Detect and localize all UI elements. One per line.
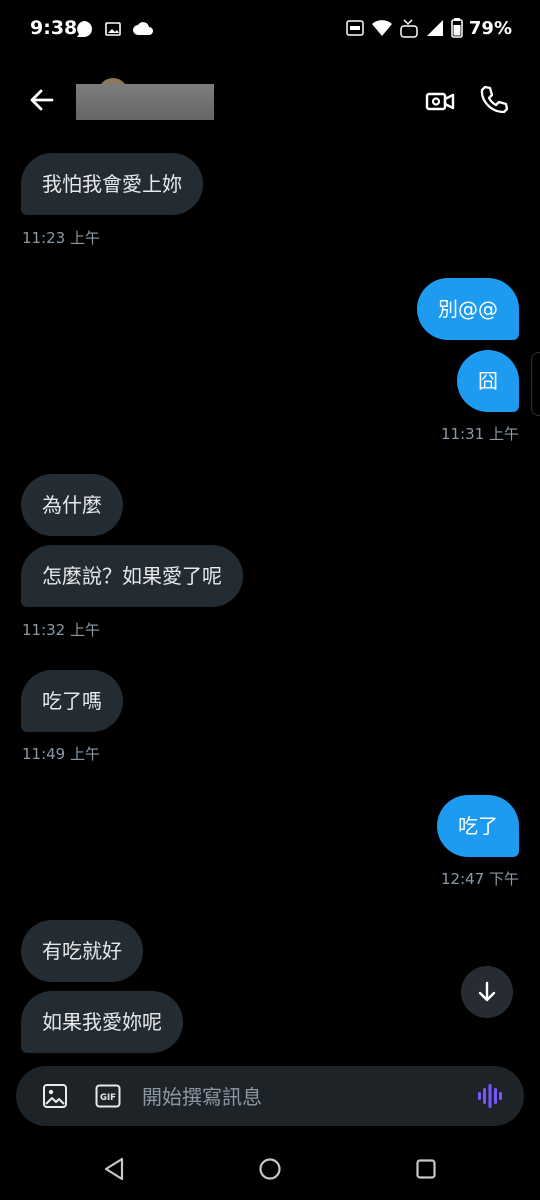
- outgoing-message-bubble[interactable]: 別@@: [417, 278, 519, 340]
- status-bar: 9:38 79%: [0, 0, 540, 60]
- status-notification-icons: [74, 19, 154, 39]
- message-timestamp: 11:31 上午: [441, 425, 519, 443]
- message-timestamp: 11:32 上午: [22, 621, 100, 639]
- image-icon: [105, 22, 121, 36]
- incoming-message-bubble[interactable]: 怎麼說？如果愛了呢: [21, 545, 243, 607]
- auto-icon: [346, 20, 364, 36]
- outgoing-message-bubble[interactable]: 吃了: [437, 795, 519, 857]
- gif-icon[interactable]: GIF: [95, 1084, 121, 1108]
- video-camera-icon[interactable]: [424, 86, 456, 116]
- system-navigation-bar: [0, 1140, 540, 1200]
- nav-home-icon[interactable]: [258, 1157, 282, 1181]
- conversation-header: [0, 70, 540, 130]
- chat-bubble-icon: [77, 21, 92, 37]
- incoming-message-bubble[interactable]: 吃了嗎: [21, 670, 123, 732]
- gif-label: GIF: [100, 1093, 116, 1103]
- outgoing-message-bubble[interactable]: 囧: [457, 350, 519, 412]
- message-composer: GIF: [16, 1066, 524, 1128]
- signal-icon: [426, 20, 443, 36]
- battery-icon: [451, 18, 463, 38]
- incoming-message-bubble[interactable]: 我怕我會愛上妳: [21, 153, 203, 215]
- message-timestamp: 11:49 上午: [22, 745, 100, 763]
- message-input[interactable]: [140, 1066, 464, 1128]
- incoming-message-bubble[interactable]: 有吃就好: [21, 920, 143, 982]
- status-system-icons: 79%: [345, 17, 512, 39]
- incoming-message-bubble[interactable]: 為什麼: [21, 474, 123, 536]
- image-icon[interactable]: [42, 1083, 68, 1109]
- arrow-down-icon: [478, 981, 496, 1002]
- scroll-to-bottom-button[interactable]: [461, 966, 513, 1018]
- phone-icon[interactable]: [478, 84, 508, 116]
- voice-message-icon[interactable]: [476, 1082, 504, 1110]
- back-arrow-icon[interactable]: [26, 84, 58, 116]
- cloud-icon: [133, 22, 153, 35]
- nav-back-icon[interactable]: [102, 1156, 126, 1182]
- nav-recents-icon[interactable]: [415, 1158, 437, 1180]
- incoming-message-bubble[interactable]: 如果我愛妳呢: [21, 991, 183, 1053]
- wifi-icon: [371, 20, 392, 36]
- contact-name[interactable]: [76, 84, 214, 120]
- message-timestamp: 11:23 上午: [22, 229, 100, 247]
- scroll-edge-handle[interactable]: [531, 352, 540, 416]
- status-time: 9:38: [30, 17, 78, 39]
- message-timestamp: 12:47 下午: [441, 870, 519, 888]
- volte-icon: [400, 19, 418, 38]
- battery-percent: 79%: [468, 17, 512, 39]
